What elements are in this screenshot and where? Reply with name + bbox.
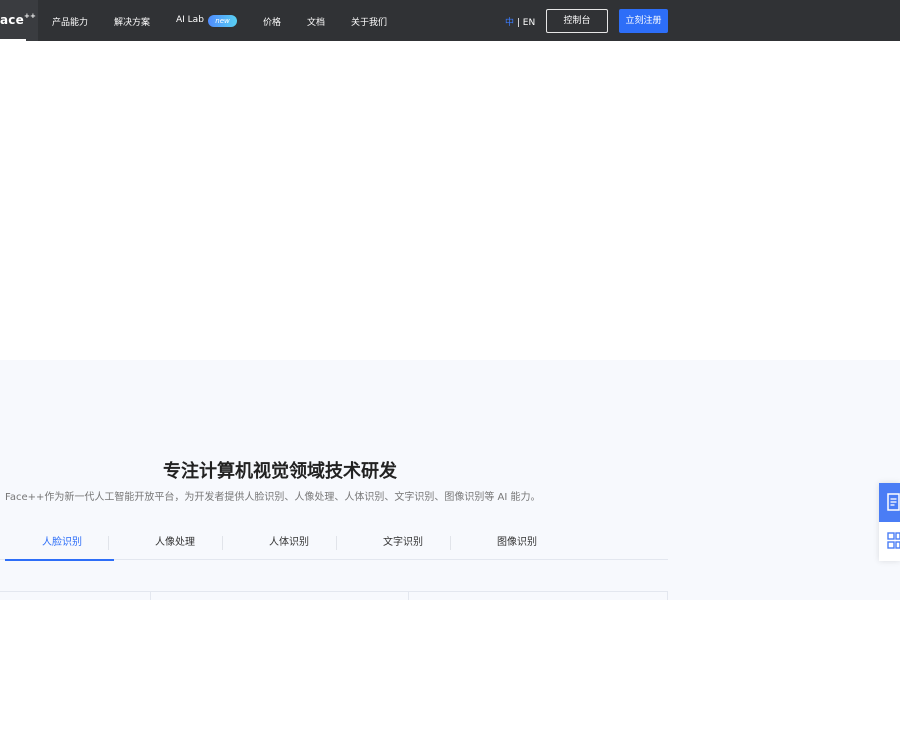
console-button[interactable]: 控制台 xyxy=(546,9,608,33)
language-switch: 中 | EN xyxy=(505,15,535,28)
card-divider xyxy=(150,591,151,600)
new-badge: new xyxy=(208,15,237,27)
logo[interactable]: ace++ xyxy=(0,12,36,27)
tab-text-recognition[interactable]: 文字识别 xyxy=(346,532,460,560)
tab-body-recognition[interactable]: 人体识别 xyxy=(232,532,346,560)
tab-separator xyxy=(222,536,223,550)
floating-toolbar xyxy=(879,483,900,561)
tab-portrait-processing[interactable]: 人像处理 xyxy=(118,532,232,560)
nav-item-solutions[interactable]: 解决方案 xyxy=(114,15,150,28)
nav-item-ai-lab[interactable]: AI Lab xyxy=(176,15,204,25)
tab-image-recognition[interactable]: 图像识别 xyxy=(460,532,574,560)
card-divider xyxy=(408,591,409,600)
lang-separator: | xyxy=(514,18,523,28)
tab-separator xyxy=(450,536,451,550)
nav-item-pricing[interactable]: 价格 xyxy=(263,15,281,28)
section-title: 专注计算机视觉领域技术研发 xyxy=(163,461,397,482)
register-button[interactable]: 立刻注册 xyxy=(619,9,668,33)
lang-en-link[interactable]: EN xyxy=(523,18,535,28)
tab-separator xyxy=(336,536,337,550)
top-nav-bar: ace++ 产品能力 解决方案 AI Lab new 价格 文档 关于我们 中 … xyxy=(0,0,900,41)
lang-zh-link[interactable]: 中 xyxy=(505,18,514,28)
section-subtitle: Face++作为新一代人工智能开放平台，为开发者提供人脸识别、人像处理、人体识别… xyxy=(5,492,541,503)
logo-box[interactable]: ace++ xyxy=(0,0,38,41)
hero-area xyxy=(0,41,900,360)
nav-item-about[interactable]: 关于我们 xyxy=(351,15,387,28)
capabilities-section: 专注计算机视觉领域技术研发 Face++作为新一代人工智能开放平台，为开发者提供… xyxy=(0,360,900,600)
capability-tabs: 人脸识别 人像处理 人体识别 文字识别 图像识别 xyxy=(0,532,668,561)
qr-code-icon xyxy=(887,532,900,549)
tab-face-recognition[interactable]: 人脸识别 xyxy=(5,532,119,561)
cards-top-border xyxy=(0,591,668,600)
qr-code-button[interactable] xyxy=(879,522,900,561)
nav-item-docs[interactable]: 文档 xyxy=(307,15,325,28)
nav-item-products[interactable]: 产品能力 xyxy=(52,15,88,28)
document-icon xyxy=(887,493,900,511)
tab-separator xyxy=(108,536,109,550)
document-button[interactable] xyxy=(879,483,900,522)
card-divider xyxy=(667,591,668,600)
